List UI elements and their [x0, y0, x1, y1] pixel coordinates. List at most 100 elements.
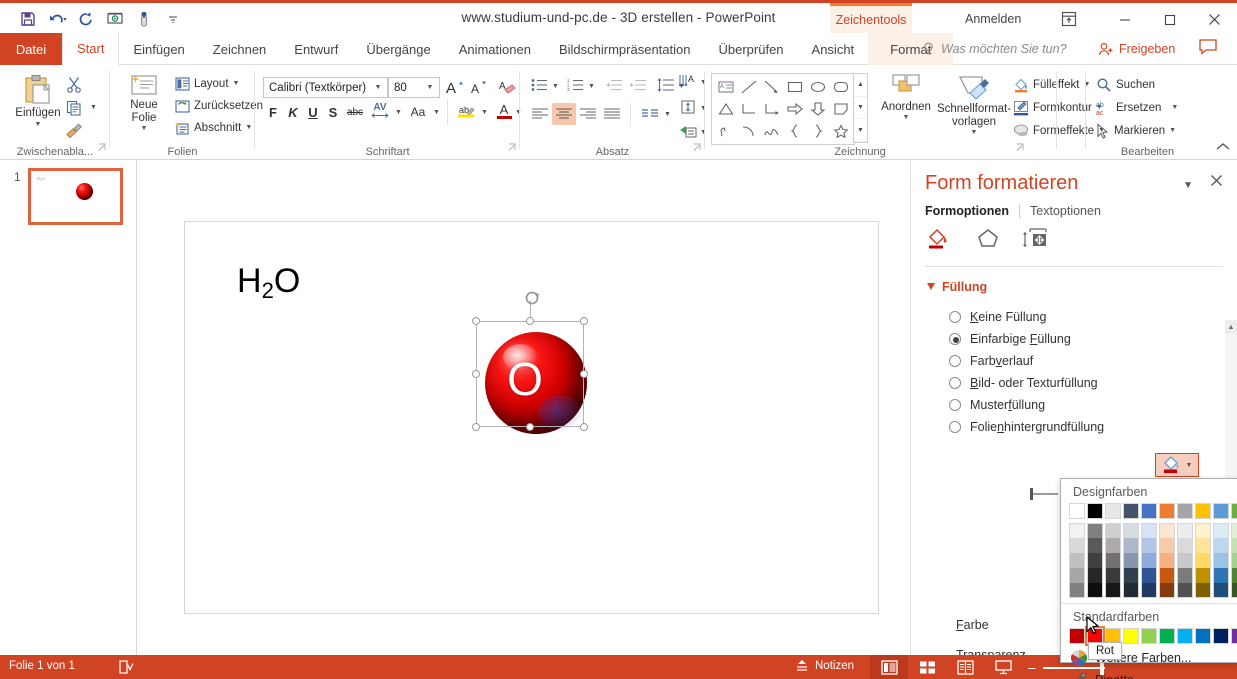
section-caret-icon[interactable]: ▼	[245, 124, 252, 131]
font-dialog-launcher[interactable]	[508, 139, 517, 157]
decrease-font-size-button[interactable]: A	[467, 76, 491, 98]
size-and-properties-icon[interactable]	[1023, 226, 1051, 255]
theme-color-swatch-6[interactable]	[1177, 503, 1193, 519]
transparency-slider-track[interactable]	[1033, 493, 1058, 495]
shape-triangle[interactable]	[714, 98, 737, 120]
shape-rectangle[interactable]	[783, 76, 806, 98]
theme-color-swatch-0[interactable]	[1069, 503, 1085, 519]
sign-in-button[interactable]: Anmelden	[965, 12, 1021, 26]
shape-folded-corner[interactable]	[829, 98, 852, 120]
handle-bottom-left[interactable]	[472, 423, 480, 431]
numbering-button[interactable]: 123	[564, 75, 586, 95]
handle-top-right[interactable]	[580, 317, 588, 325]
quick-styles-caret-icon[interactable]: ▼	[971, 129, 978, 136]
replace-caret-icon[interactable]: ▼	[1171, 104, 1178, 111]
handle-bottom-center[interactable]	[526, 423, 534, 431]
align-text-button[interactable]	[676, 97, 700, 117]
handle-bottom-right[interactable]	[580, 423, 588, 431]
fill-and-line-icon[interactable]	[927, 226, 953, 255]
view-slide-sorter-button[interactable]	[908, 655, 946, 679]
shapes-gallery-scroll[interactable]: ▲ ▼ ▼	[853, 73, 868, 143]
scroll-up-button[interactable]: ▲	[1225, 320, 1237, 334]
shape-left-brace[interactable]	[783, 120, 806, 142]
radio-folienhintergrund[interactable]: Folienhintergrundfüllung	[949, 420, 1104, 434]
layout-button[interactable]: Layout ▼	[172, 73, 242, 94]
arrange-button[interactable]: Anordnen ▼	[877, 71, 935, 123]
decrease-indent-button[interactable]	[602, 75, 624, 95]
theme-color-swatch-1[interactable]	[1087, 503, 1103, 519]
radio-bild-textur[interactable]: Bild- oder Texturfüllung	[949, 376, 1098, 390]
font-size-caret-icon[interactable]: ▼	[423, 84, 437, 91]
handle-middle-left[interactable]	[472, 370, 480, 378]
shape-arrow[interactable]	[760, 76, 783, 98]
italic-button[interactable]: K	[283, 101, 303, 123]
maximize-button[interactable]	[1147, 3, 1192, 36]
shapes-gallery[interactable]: A	[711, 73, 855, 145]
accessibility-check-icon[interactable]	[118, 659, 134, 675]
standard-color-swatch-5[interactable]	[1159, 628, 1175, 644]
font-name-caret-icon[interactable]: ▼	[371, 84, 385, 91]
select-button[interactable]: Markieren ▼	[1093, 120, 1179, 141]
shape-right-brace[interactable]	[806, 120, 829, 142]
rotation-handle-icon[interactable]	[523, 288, 543, 313]
align-center-button[interactable]	[552, 103, 576, 125]
bold-button[interactable]: F	[263, 101, 283, 123]
standard-color-swatch-4[interactable]	[1141, 628, 1157, 644]
format-painter-button[interactable]	[62, 119, 86, 141]
shape-elbow-arrow[interactable]	[760, 98, 783, 120]
bullets-caret-icon[interactable]: ▼	[552, 83, 559, 90]
layout-caret-icon[interactable]: ▼	[233, 80, 240, 87]
radio-musterfuellung[interactable]: Musterfüllung	[949, 398, 1045, 412]
tab-datei[interactable]: Datei	[0, 33, 62, 65]
paste-button[interactable]: Einfügen ▼	[10, 71, 66, 130]
shadow-button[interactable]: S	[323, 101, 343, 123]
shape-arc[interactable]	[737, 120, 760, 142]
tab-zeichnen[interactable]: Zeichnen	[199, 33, 280, 65]
bullets-button[interactable]	[528, 75, 550, 95]
columns-caret-icon[interactable]: ▼	[664, 111, 671, 118]
line-spacing-button[interactable]	[654, 75, 676, 95]
tab-shape-options[interactable]: Formoptionen	[925, 204, 1009, 218]
justify-button[interactable]	[600, 103, 624, 125]
standard-color-swatch-8[interactable]	[1213, 628, 1229, 644]
gallery-scroll-up-icon[interactable]: ▲	[854, 74, 867, 97]
radio-circle-folienhintergrund[interactable]	[949, 421, 961, 433]
eyedropper-item[interactable]: Pipette	[1061, 669, 1237, 679]
fill-color-caret-icon[interactable]: ▼	[1186, 462, 1193, 469]
theme-color-swatch-3[interactable]	[1123, 503, 1139, 519]
columns-button[interactable]	[638, 103, 662, 125]
theme-color-swatch-8[interactable]	[1213, 503, 1229, 519]
shape-right-arrow[interactable]	[783, 98, 806, 120]
radio-circle-muster[interactable]	[949, 399, 961, 411]
view-normal-button[interactable]	[870, 655, 908, 679]
pane-options-caret-icon[interactable]: ▼	[1183, 180, 1193, 191]
select-caret-icon[interactable]: ▼	[1169, 127, 1176, 134]
radio-circle-farbverlauf[interactable]	[949, 355, 961, 367]
new-slide-button[interactable]: Neue Folie ▼	[118, 71, 170, 134]
text-highlight-button[interactable]: ab	[453, 99, 479, 123]
copy-caret-icon[interactable]: ▼	[90, 104, 97, 111]
shape-textbox[interactable]: A	[714, 76, 737, 98]
tab-start[interactable]: Start	[62, 33, 120, 65]
standard-color-swatch-3[interactable]	[1123, 628, 1139, 644]
tab-bildschirmpräsentation[interactable]: Bildschirmpräsentation	[545, 33, 705, 65]
slide-canvas[interactable]: H2O O	[184, 221, 879, 614]
standard-color-swatch-0[interactable]	[1069, 628, 1085, 644]
replace-button[interactable]: ab ac Ersetzen ▼	[1093, 97, 1181, 118]
new-slide-caret-icon[interactable]: ▼	[141, 125, 148, 132]
font-size-combo[interactable]: 80 ▼	[388, 77, 440, 98]
tab-ansicht[interactable]: Ansicht	[798, 33, 869, 65]
change-case-caret-icon[interactable]: ▼	[433, 109, 440, 116]
shape-star[interactable]	[829, 120, 852, 142]
minimize-button[interactable]	[1102, 3, 1147, 36]
section-button[interactable]: Abschnitt ▼	[172, 117, 255, 138]
quick-styles-button[interactable]: Schnellformat-vorlagen ▼	[935, 71, 1013, 138]
gallery-more-icon[interactable]: ▼	[854, 119, 867, 143]
font-name-combo[interactable]: Calibri (Textkörper) ▼	[263, 77, 388, 98]
comments-icon[interactable]	[1198, 38, 1218, 61]
text-direction-button[interactable]: A	[676, 71, 700, 91]
gallery-scroll-down-icon[interactable]: ▼	[854, 97, 867, 120]
handle-top-left[interactable]	[472, 317, 480, 325]
paste-caret-icon[interactable]: ▼	[35, 121, 42, 128]
view-slideshow-button[interactable]	[984, 655, 1022, 679]
